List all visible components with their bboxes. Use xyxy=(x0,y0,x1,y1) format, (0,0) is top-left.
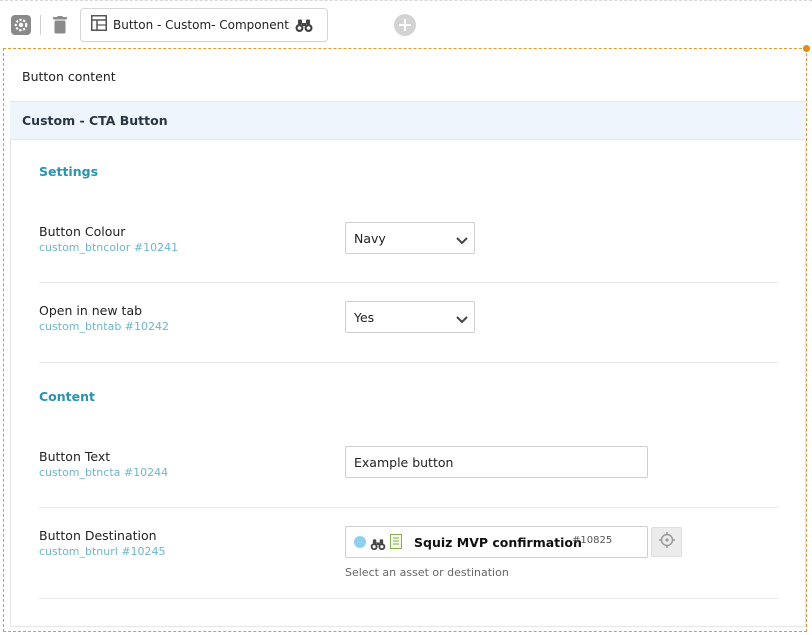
group-label-settings: Settings xyxy=(39,164,99,179)
chevron-down-icon xyxy=(456,233,468,248)
asset-name: Squiz MVP confirmation xyxy=(414,535,582,550)
field-key: custom_btnurl #10245 xyxy=(39,545,166,558)
field-key: custom_btncta #10244 xyxy=(39,466,169,479)
tab-label: Button - Custom- Component xyxy=(113,18,289,32)
gear-icon[interactable] xyxy=(9,13,33,37)
field-key: custom_btncolor #10241 xyxy=(39,241,179,254)
helper-text: Select an asset or destination xyxy=(345,566,509,579)
toolbar-divider xyxy=(40,15,41,35)
section-content: Settings Button Colour custom_btncolor #… xyxy=(10,140,806,627)
status-dot-icon xyxy=(354,536,366,548)
button-text-input[interactable]: Example button xyxy=(345,446,648,478)
section-title: Custom - CTA Button xyxy=(22,113,168,128)
group-label-content: Content xyxy=(39,389,95,404)
open-new-tab-select[interactable]: Yes xyxy=(345,301,475,333)
panel-title: Button content xyxy=(22,69,116,84)
select-value: Yes xyxy=(354,309,375,325)
field-key: custom_btntab #10242 xyxy=(39,320,170,333)
binoculars-icon[interactable] xyxy=(295,18,313,37)
asset-id: #10825 xyxy=(572,535,613,546)
crosshair-icon xyxy=(658,532,675,552)
field-label: Button Destination xyxy=(39,528,157,543)
binoculars-icon[interactable] xyxy=(370,536,386,555)
select-value: Navy xyxy=(354,230,386,246)
component-toolbar: Button - Custom- Component xyxy=(0,0,812,48)
tab-button-custom-component[interactable]: Button - Custom- Component xyxy=(80,8,328,42)
field-row-open-new-tab: Open in new tab custom_btntab #10242 Yes xyxy=(39,283,779,363)
resize-handle[interactable] xyxy=(803,45,810,52)
field-label: Button Text xyxy=(39,449,111,464)
field-row-button-colour: Button Colour custom_btncolor #10241 Nav… xyxy=(39,206,779,283)
button-colour-select[interactable]: Navy xyxy=(345,222,475,254)
field-label: Button Colour xyxy=(39,224,126,239)
asset-selector[interactable]: Squiz MVP confirmation #10825 xyxy=(345,526,648,558)
trash-icon[interactable] xyxy=(48,13,72,37)
layout-icon xyxy=(91,15,107,35)
field-row-button-text: Button Text custom_btncta #10244 Example… xyxy=(39,430,779,508)
field-row-button-destination: Button Destination custom_btnurl #10245 xyxy=(39,508,779,599)
field-label: Open in new tab xyxy=(39,303,143,318)
add-icon[interactable] xyxy=(394,14,416,36)
asset-picker-button[interactable] xyxy=(651,527,682,557)
page-icon xyxy=(390,534,402,553)
chevron-down-icon xyxy=(456,312,468,327)
input-value: Example button xyxy=(354,454,454,470)
section-header[interactable]: Custom - CTA Button xyxy=(10,101,806,140)
component-panel: Button content Custom - CTA Button Setti… xyxy=(3,45,810,632)
